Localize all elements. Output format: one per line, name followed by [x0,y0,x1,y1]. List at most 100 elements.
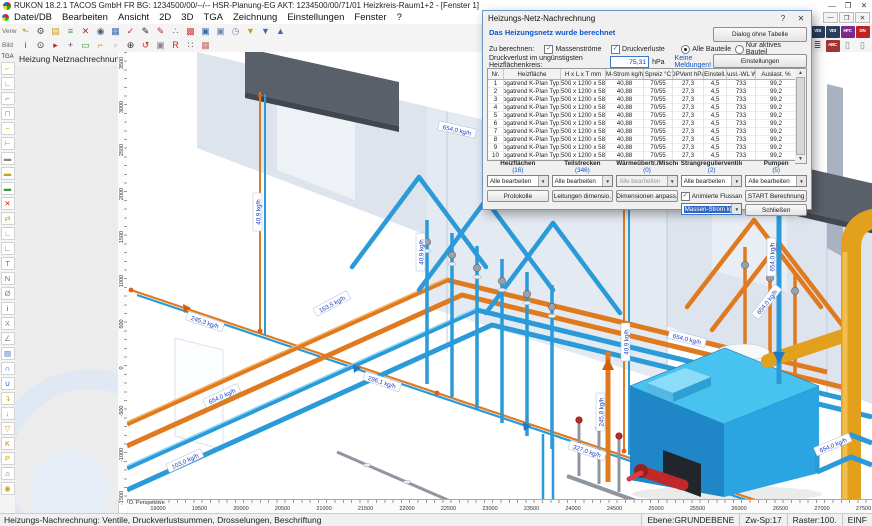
draw-pen2-icon[interactable]: ✎ [154,26,168,38]
delete-icon[interactable]: ✕ [79,26,93,38]
view-copy-icon[interactable]: ▣ [154,40,168,52]
mdi-minimize-button[interactable]: — [823,12,838,23]
tga-segment-icon[interactable]: ▬ [0,152,15,165]
hfc-icon[interactable]: HFC [840,25,855,38]
table-row[interactable]: 7Logatrend K-Plan Typ...500 x 1200 x 584… [488,128,797,136]
panel-left-icon[interactable]: ▯ [841,40,855,52]
tga-pipe-route-icon[interactable]: ~ [0,122,15,135]
chevron-down-icon[interactable]: ▼ [537,176,548,186]
massenstroeme-checkbox[interactable]: ✓ [544,44,554,54]
menu-ansicht[interactable]: Ansicht [113,12,154,23]
tga-house-icon[interactable]: ⌂ [0,467,15,480]
move-assign-icon[interactable]: ⬑ [19,26,33,38]
color-palette-icon[interactable]: ▩ [184,26,198,38]
tga-segment-green-icon[interactable]: ▬ [0,182,15,195]
menu-3d[interactable]: 3D [176,12,198,23]
info-icon[interactable]: i [19,40,33,52]
column-header[interactable]: H x L x T mm [561,69,606,79]
tga-pipe-corner-icon[interactable]: ⌐ [0,62,15,75]
mdi-close-button[interactable]: ✕ [855,12,870,23]
menu-zeichnung[interactable]: Zeichnung [228,12,282,23]
fit-view-icon[interactable]: ∷ [184,40,198,52]
visibility-icon[interactable]: ◉ [94,26,108,38]
tga-pipe-down-icon[interactable]: ∟ [0,77,15,90]
pumpen-bearbeiten-dropdown[interactable]: Alle bearbeiten ▼ [745,175,807,187]
tga-label-icon[interactable]: N [0,272,15,285]
column-header[interactable]: Ausl.-WL W [727,69,756,79]
tga-hook-icon[interactable]: ↴ [0,392,15,405]
chevron-down-icon[interactable]: ▼ [602,176,613,186]
layers-stack-icon[interactable]: ▦ [109,26,123,38]
section-count[interactable]: (16) [487,167,549,174]
tga-drop-icon[interactable]: ↓ [0,407,15,420]
protokolle-button[interactable]: Protokolle [487,190,549,202]
column-header[interactable]: M-Strom kg/h [606,69,644,79]
teilstrecken-bearbeiten-dropdown[interactable]: Alle bearbeiten ▼ [551,175,614,187]
scroll-up-icon[interactable]: ▲ [798,70,803,76]
table-scrollbar[interactable]: ▲ ▼ [795,68,807,164]
tga-pipe-branch-icon[interactable]: ⊢ [0,137,15,150]
copy2-icon[interactable]: ▣ [214,26,228,38]
tga-text-icon[interactable]: T [0,257,15,270]
layer-tools-icon[interactable]: ▤ [49,26,63,38]
minimize-button[interactable]: — [824,1,840,11]
tga-swap-icon[interactable]: ⇄ [0,212,15,225]
section-count[interactable]: (5) [745,167,807,174]
block-save-icon[interactable]: ▼ [244,26,258,38]
tga-diameter-icon[interactable]: Ø [0,287,15,300]
tga-pump-icon[interactable]: ◉ [0,482,15,495]
column-header[interactable]: DPVent hPa [673,69,704,79]
druckverluste-checkbox[interactable]: ✓ [611,44,621,54]
table-row[interactable]: 5Logatrend K-Plan Typ...500 x 1200 x 584… [488,112,797,120]
section-count[interactable]: (346) [552,167,614,174]
druckverlust-value-field[interactable]: 75,31 [610,56,650,68]
datanorm-icon[interactable]: DN [855,25,870,38]
vdi3805-icon[interactable]: VDI [810,25,825,38]
table-row[interactable]: 2Logatrend K-Plan Typ...500 x 1200 x 584… [488,88,797,96]
chevron-down-icon[interactable]: ▼ [795,176,806,186]
print-icon[interactable]: ≣ [811,40,825,52]
block-export-icon[interactable]: ▲ [274,26,288,38]
table-row[interactable]: 6Logatrend K-Plan Typ...500 x 1200 x 584… [488,120,797,128]
menu-2d[interactable]: 2D [154,12,176,23]
flussanzeige-groesse-dropdown[interactable]: Massen-Strom kg/h ▼ [680,203,743,215]
table-row[interactable]: 3Logatrend K-Plan Typ...500 x 1200 x 584… [488,96,797,104]
tga-delete-icon[interactable]: ✕ [0,197,15,210]
alle-bauteile-radio[interactable] [681,44,691,54]
block-import-icon[interactable]: ▼ [259,26,273,38]
start-berechnung-button[interactable]: START Berechnung [745,190,807,202]
tga-elbow-green-icon[interactable]: ∟ [0,242,15,255]
table-row[interactable]: 10Logatrend K-Plan Typ...500 x 1200 x 58… [488,152,797,160]
column-header[interactable]: Einstell. [704,69,727,79]
einstellungen-button[interactable]: Einstellungen [713,54,807,68]
grid-icon[interactable]: ▦ [199,40,213,52]
measure-points-icon[interactable]: ∴ [169,26,183,38]
tga-slope-icon[interactable]: ∠ [0,332,15,345]
copy-time-icon[interactable]: ◷ [229,26,243,38]
column-header[interactable]: Spreiz °C [644,69,673,79]
tga-info-icon[interactable]: i [0,302,15,315]
menu-tga[interactable]: TGA [198,12,228,23]
menu-fenster[interactable]: Fenster [349,12,391,23]
draw-pen-icon[interactable]: ✎ [139,26,153,38]
table-row[interactable]: 4Logatrend K-Plan Typ...500 x 1200 x 584… [488,104,797,112]
pan-icon[interactable]: + [64,40,78,52]
view-undo-icon[interactable]: ↺ [139,40,153,52]
tga-duct2-icon[interactable]: ∪ [0,377,15,390]
tga-valve-icon[interactable]: X [0,317,15,330]
tga-segment-yellow-icon[interactable]: ▬ [0,167,15,180]
zoom-corner-icon[interactable]: ⌐ [94,40,108,52]
tga-funnel-icon[interactable]: ▽ [0,422,15,435]
menu-einstellungen[interactable]: Einstellungen [282,12,349,23]
tga-panel-icon[interactable]: ▤ [0,347,15,360]
chevron-down-icon[interactable]: ▼ [731,176,742,186]
zoom-icon[interactable]: ⊙ [34,40,48,52]
check-select-icon[interactable]: ✓ [124,26,138,38]
tga-mixer-icon[interactable]: K [0,437,15,450]
table-row[interactable]: 1Logatrend K-Plan Typ...500 x 1200 x 584… [488,80,797,88]
zoom-point-icon[interactable]: ⊕ [124,40,138,52]
dimensionen-anpassen-button[interactable]: Dimensionen anpass. [616,190,678,202]
nur-aktives-bauteil-radio[interactable] [734,44,744,54]
vdi3805-2-icon[interactable]: VDI [825,25,840,38]
menu-bearbeiten[interactable]: Bearbeiten [57,12,113,23]
